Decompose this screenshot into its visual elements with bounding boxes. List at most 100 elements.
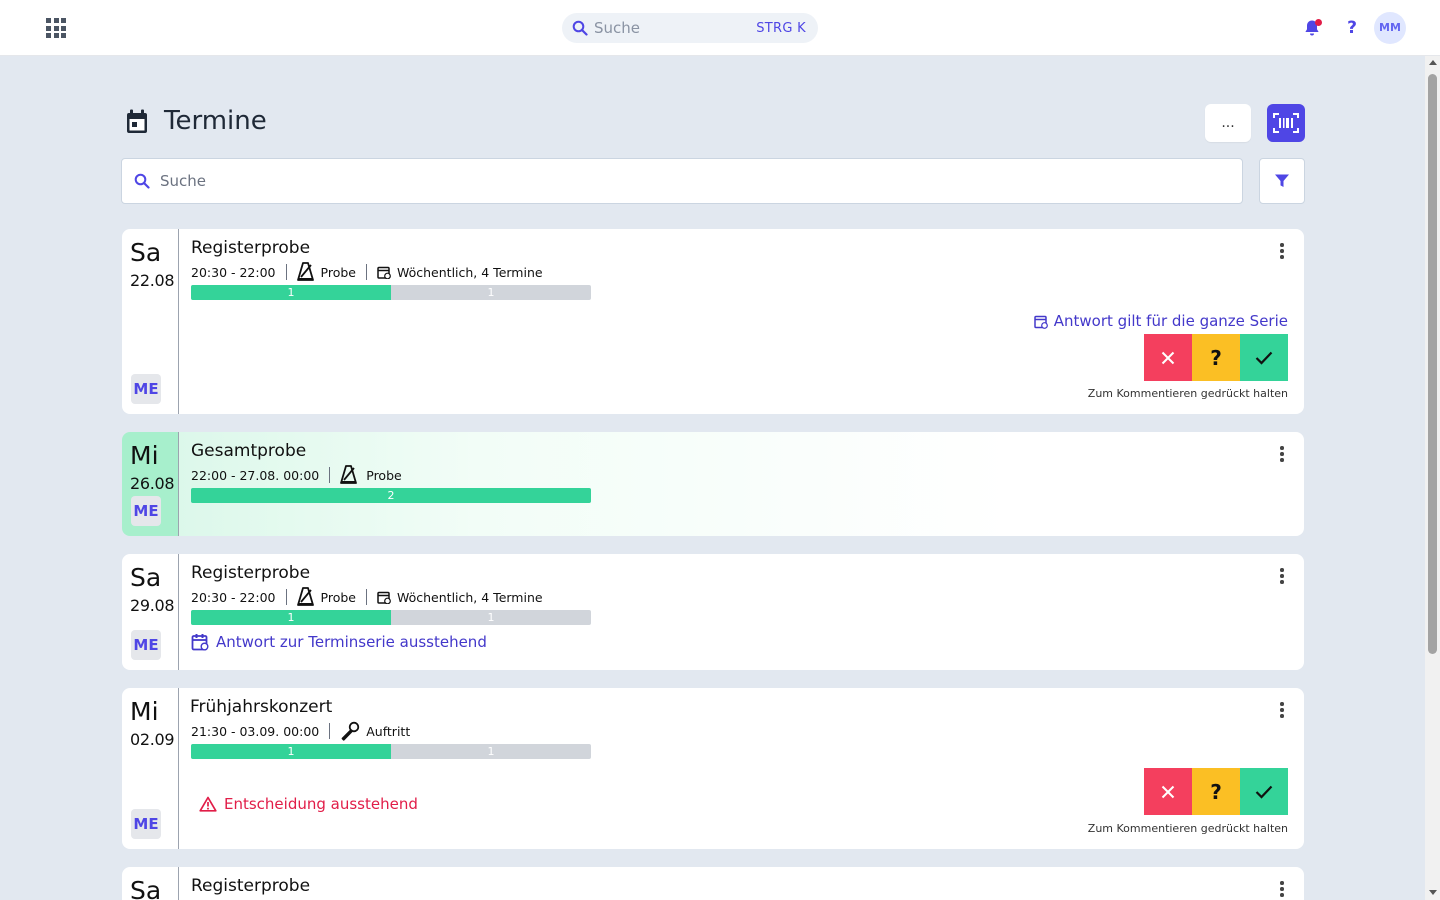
decline-button[interactable] [1144,768,1192,815]
event-weekday: Sa [130,563,162,592]
event-date-column: Sa [122,867,179,900]
search-icon [134,173,150,189]
event-date-column: Sa 29.08 ME [122,554,179,670]
attendance-open-count: 1 [487,286,495,299]
check-icon [1255,785,1273,799]
response-buttons: ? [1144,768,1288,815]
event-card[interactable]: Sa 29.08 ME Registerprobe 20:30 - 22:00 … [122,554,1304,670]
top-bar: Suche STRG K ? MM [0,0,1440,56]
apps-grid-icon[interactable] [44,16,68,40]
event-type: Auftritt [366,723,411,739]
series-answer-link[interactable]: Antwort gilt für die ganze Serie [1034,312,1288,330]
more-options-button[interactable]: ... [1205,104,1251,142]
metronome-icon [340,465,358,484]
event-recurrence: Wöchentlich, 4 Termine [396,589,543,605]
event-time: 20:30 - 22:00 [191,264,276,280]
event-date: 22.08 [130,271,175,290]
response-buttons: ? [1144,334,1288,381]
event-meta: 20:30 - 22:00 Probe Wöchentlich, 4 Termi… [191,262,543,282]
decline-button[interactable] [1144,334,1192,381]
accept-button[interactable] [1240,768,1288,815]
event-meta: 21:30 - 03.09. 00:00 Auftritt [191,721,410,741]
close-icon [1161,351,1175,364]
more-vertical-icon[interactable] [1276,444,1288,464]
scrollbar[interactable] [1425,56,1440,900]
event-meta: 20:30 - 22:00 Probe Wöchentlich, 4 Termi… [191,587,543,607]
attendance-bar: 2 [191,488,591,503]
event-card[interactable]: Sa Registerprobe [122,867,1304,900]
calendar-repeat-icon [377,266,391,279]
calendar-repeat-icon [377,591,391,604]
scroll-down-arrow-icon[interactable] [1429,890,1437,895]
event-card[interactable]: Mi 26.08 ME Gesamtprobe 22:00 - 27.08. 0… [122,432,1304,536]
event-title: Gesamtprobe [191,441,307,461]
attendance-yes-count: 2 [387,489,395,502]
event-card[interactable]: Mi 02.09 ME Frühjahrskonzert 21:30 - 03.… [122,688,1304,849]
attendance-open-count: 1 [487,611,495,624]
filter-icon [1275,174,1289,187]
help-icon[interactable]: ? [1342,16,1362,40]
accept-button[interactable] [1240,334,1288,381]
attendance-yes-count: 1 [287,611,295,624]
check-icon [1255,351,1273,365]
series-answer-label: Antwort gilt für die ganze Serie [1053,312,1288,330]
global-search-placeholder: Suche [594,19,641,37]
search-icon [572,20,588,36]
event-type: Probe [320,264,356,280]
event-weekday: Mi [130,441,159,470]
scrollbar-thumb[interactable] [1428,74,1437,654]
more-vertical-icon[interactable] [1276,879,1288,899]
notification-badge [1315,19,1322,26]
attendance-yes-count: 1 [287,286,295,299]
calendar-repeat-icon [1034,315,1048,329]
more-vertical-icon[interactable] [1276,566,1288,586]
attendance-open-count: 1 [487,745,495,758]
global-search[interactable]: Suche STRG K [562,13,818,43]
pending-decision-label: Entscheidung ausstehend [224,795,418,813]
user-avatar[interactable]: MM [1374,12,1406,44]
barcode-scan-icon [1273,113,1299,133]
event-date: 29.08 [130,596,175,615]
pending-decision-notice: Entscheidung ausstehend [199,795,418,813]
event-weekday: Sa [130,876,162,900]
event-date: 02.09 [130,730,175,749]
attendance-bar: 1 1 [191,744,591,759]
event-title: Registerprobe [191,563,311,583]
event-date-column: Mi 26.08 ME [122,432,179,536]
attendance-yes-count: 1 [287,745,295,758]
event-title: Frühjahrskonzert [190,697,333,717]
metronome-icon [296,262,314,281]
attendance-bar: 1 1 [191,285,591,300]
pending-series-label: Antwort zur Terminserie ausstehend [216,633,487,651]
event-search-input[interactable]: Suche [121,158,1243,204]
event-search-placeholder: Suche [160,172,207,190]
register-badge: ME [131,809,161,839]
warning-icon [199,796,217,812]
calendar-repeat-icon [191,634,209,651]
event-meta: 22:00 - 27.08. 00:00 Probe [191,465,402,485]
event-title: Registerprobe [191,238,311,258]
microphone-icon [341,721,360,741]
event-recurrence: Wöchentlich, 4 Termine [396,264,543,280]
event-time: 22:00 - 27.08. 00:00 [191,467,320,483]
pending-series-link[interactable]: Antwort zur Terminserie ausstehend [191,633,487,651]
page-title: Termine [164,106,267,136]
maybe-button[interactable]: ? [1192,334,1240,381]
metronome-icon [296,587,314,606]
scroll-up-arrow-icon[interactable] [1429,60,1437,65]
close-icon [1161,785,1175,798]
event-weekday: Mi [130,697,159,726]
event-weekday: Sa [130,238,162,267]
more-vertical-icon[interactable] [1276,700,1288,720]
register-badge: ME [131,630,161,660]
scan-button[interactable] [1267,104,1305,142]
event-type: Probe [320,589,356,605]
event-time: 20:30 - 22:00 [191,589,276,605]
maybe-button[interactable]: ? [1192,768,1240,815]
calendar-icon [127,109,147,133]
event-card[interactable]: Sa 22.08 ME Registerprobe 20:30 - 22:00 … [122,229,1304,414]
attendance-bar: 1 1 [191,610,591,625]
filter-button[interactable] [1259,158,1305,204]
register-badge: ME [131,496,161,526]
more-vertical-icon[interactable] [1276,241,1288,261]
